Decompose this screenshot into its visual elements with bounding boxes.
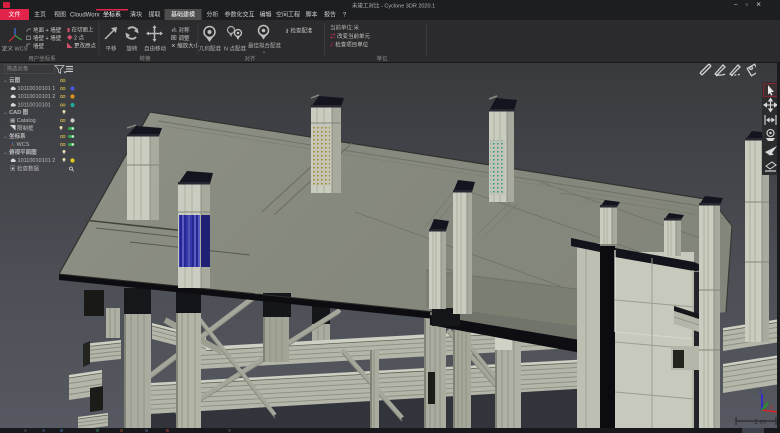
- svg-text:x: x: [770, 405, 773, 411]
- svg-text:1 m: 1 m: [754, 419, 766, 426]
- svg-text:z: z: [759, 389, 762, 395]
